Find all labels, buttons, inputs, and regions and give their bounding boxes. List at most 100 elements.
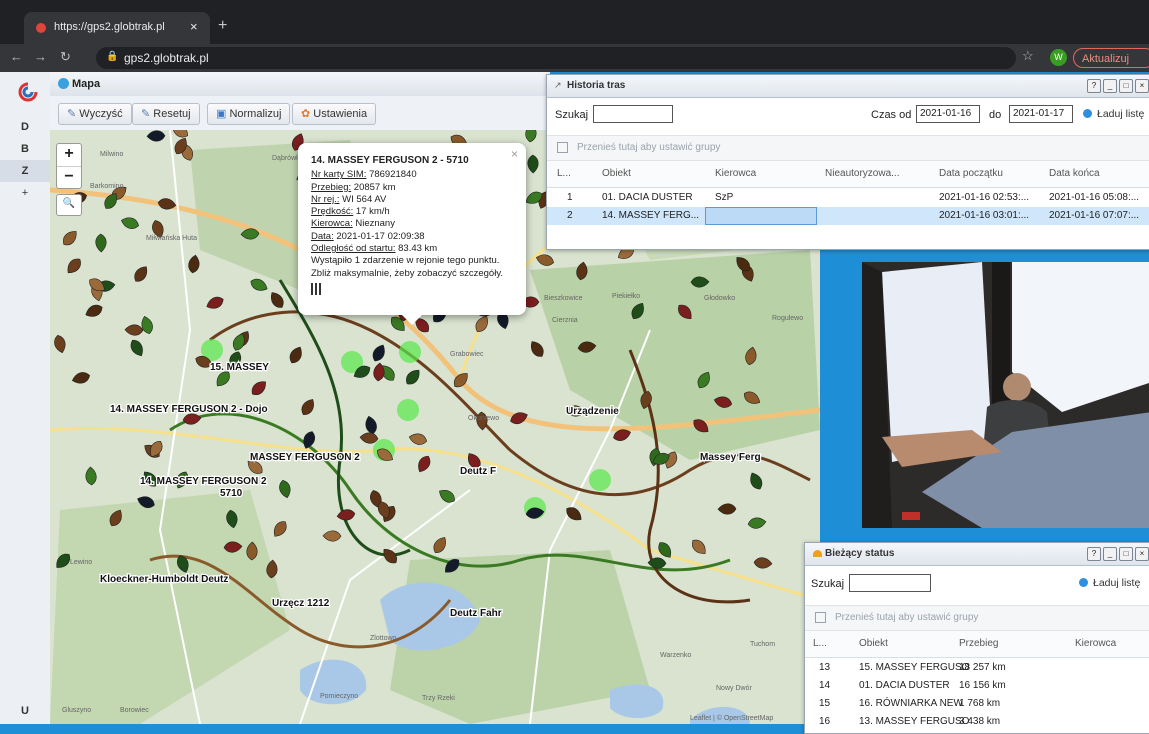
track-marker-icon[interactable]: [64, 256, 84, 276]
col-driver[interactable]: Kierowca: [715, 168, 756, 179]
track-marker-icon[interactable]: [287, 345, 305, 366]
track-marker-icon[interactable]: [299, 397, 317, 418]
track-marker-icon[interactable]: [249, 276, 270, 293]
close-icon[interactable]: ×: [1135, 547, 1149, 561]
forward-icon[interactable]: →: [34, 49, 47, 64]
track-marker-icon[interactable]: [364, 415, 379, 435]
track-marker-icon[interactable]: [336, 508, 356, 521]
track-marker-icon[interactable]: [373, 362, 385, 382]
clear-button[interactable]: ✎ Wyczyść: [58, 103, 132, 125]
table-row[interactable]: 15 16. RÓWNIARKA NEW 1 768 km: [805, 695, 1149, 713]
track-marker-icon[interactable]: [249, 378, 269, 398]
track-marker-icon[interactable]: [408, 432, 428, 446]
track-marker-icon[interactable]: [564, 504, 585, 523]
track-marker-icon[interactable]: [95, 233, 107, 253]
normalize-button[interactable]: ▣ Normalizuj: [207, 103, 291, 125]
table-row[interactable]: 2 14. MASSEY FERG... 2021-01-16 03:01:..…: [547, 207, 1149, 225]
track-marker-icon[interactable]: [271, 519, 290, 540]
col-start-date[interactable]: Data początku: [939, 168, 1003, 179]
col-mileage[interactable]: Przebieg: [959, 638, 998, 649]
track-marker-icon[interactable]: [205, 295, 226, 312]
track-marker-icon[interactable]: [509, 410, 530, 426]
col-number[interactable]: L...: [557, 168, 571, 179]
col-unauthorized[interactable]: Nieautoryzowa...: [825, 168, 899, 179]
track-marker-icon[interactable]: [717, 503, 737, 515]
driver-edit-field[interactable]: [705, 207, 817, 225]
track-marker-icon[interactable]: [370, 343, 388, 364]
track-marker-icon[interactable]: [128, 338, 146, 359]
track-marker-icon[interactable]: [359, 432, 379, 444]
rail-item-d[interactable]: D: [0, 116, 50, 138]
rail-item-z[interactable]: Z: [0, 160, 50, 182]
track-marker-icon[interactable]: [301, 430, 317, 451]
track-marker-icon[interactable]: [527, 154, 539, 174]
update-button[interactable]: Aktualizuj: [1073, 48, 1149, 68]
track-marker-icon[interactable]: [403, 367, 423, 387]
maximize-icon[interactable]: □: [1119, 79, 1133, 93]
reset-button[interactable]: ✎ Resetuj: [132, 103, 200, 125]
track-marker-icon[interactable]: [131, 264, 150, 285]
track-marker-icon[interactable]: [124, 324, 144, 336]
zoom-out-button[interactable]: −: [57, 167, 81, 189]
col-end-date[interactable]: Data końca: [1049, 168, 1100, 179]
history-group-drop[interactable]: Przenieś tutaj aby ustawić grupy: [547, 135, 1149, 161]
track-marker-icon[interactable]: [187, 254, 200, 274]
track-marker-icon[interactable]: [528, 339, 547, 360]
track-marker-icon[interactable]: [53, 334, 68, 354]
track-marker-icon[interactable]: [525, 130, 537, 143]
track-marker-icon[interactable]: [747, 517, 767, 530]
col-object[interactable]: Obiekt: [859, 638, 888, 649]
track-marker-icon[interactable]: [268, 290, 287, 311]
minimize-icon[interactable]: _: [1103, 79, 1117, 93]
status-load-button[interactable]: Ładuj listę: [1073, 574, 1146, 592]
col-driver[interactable]: Kierowca: [1075, 638, 1116, 649]
profile-avatar[interactable]: W: [1050, 49, 1067, 66]
track-marker-icon[interactable]: [689, 537, 709, 557]
rail-item-u[interactable]: U: [0, 700, 50, 722]
track-marker-icon[interactable]: [415, 454, 433, 475]
track-marker-icon[interactable]: [322, 530, 342, 542]
table-row[interactable]: 16 13. MASSEY FERGUSO 3 438 km: [805, 713, 1149, 731]
back-icon[interactable]: ←: [10, 49, 23, 64]
tab-close-icon[interactable]: ×: [190, 19, 198, 34]
table-row[interactable]: 13 15. MASSEY FERGUSO 18 257 km: [805, 659, 1149, 677]
status-search-input[interactable]: [849, 574, 931, 592]
track-marker-icon[interactable]: [278, 479, 293, 499]
time-from-field[interactable]: 2021-01-16: [916, 105, 980, 123]
rail-item-add[interactable]: +: [0, 182, 50, 204]
history-search-input[interactable]: [593, 105, 673, 123]
close-icon[interactable]: ×: [1135, 79, 1149, 93]
track-marker-icon[interactable]: [747, 471, 764, 492]
track-marker-icon[interactable]: [120, 215, 140, 230]
minimize-icon[interactable]: _: [1103, 547, 1117, 561]
map-search-icon[interactable]: 🔍: [56, 194, 82, 216]
zoom-in-button[interactable]: +: [57, 144, 81, 167]
help-icon[interactable]: ?: [1087, 79, 1101, 93]
status-window-header[interactable]: Bieżący status ? _ □ ×: [805, 543, 1149, 566]
col-object[interactable]: Obiekt: [602, 168, 631, 179]
bookmark-star-icon[interactable]: ☆: [1022, 48, 1034, 64]
track-marker-icon[interactable]: [60, 228, 80, 248]
history-window-header[interactable]: ↗ Historia tras ? _ □ ×: [547, 75, 1149, 98]
table-row[interactable]: 1 01. DACIA DUSTER SzP 2021-01-16 02:53:…: [547, 189, 1149, 207]
rail-item-b[interactable]: B: [0, 138, 50, 160]
help-icon[interactable]: ?: [1087, 547, 1101, 561]
track-marker-icon[interactable]: [85, 466, 97, 486]
col-number[interactable]: L...: [813, 638, 827, 649]
history-load-button[interactable]: Ładuj listę: [1077, 105, 1149, 123]
track-marker-icon[interactable]: [71, 370, 91, 385]
status-group-drop[interactable]: Przenieś tutaj aby ustawić grupy: [805, 605, 1149, 631]
new-tab-button[interactable]: +: [218, 17, 227, 35]
browser-tab[interactable]: https://gps2.globtrak.pl ×: [24, 12, 210, 44]
camera-video[interactable]: [862, 262, 1149, 528]
maximize-icon[interactable]: □: [1119, 547, 1133, 561]
time-to-field[interactable]: 2021-01-17: [1009, 105, 1073, 123]
track-marker-icon[interactable]: [170, 130, 191, 140]
table-row[interactable]: 14 01. DACIA DUSTER 16 156 km: [805, 677, 1149, 695]
track-marker-icon[interactable]: [753, 557, 773, 569]
track-marker-icon[interactable]: [146, 130, 166, 142]
settings-button[interactable]: ✿ Ustawienia: [292, 103, 377, 125]
reload-icon[interactable]: ↻: [60, 49, 71, 65]
track-marker-icon[interactable]: [84, 302, 105, 319]
url-field[interactable]: 🔒 gps2.globtrak.pl: [96, 47, 1016, 69]
